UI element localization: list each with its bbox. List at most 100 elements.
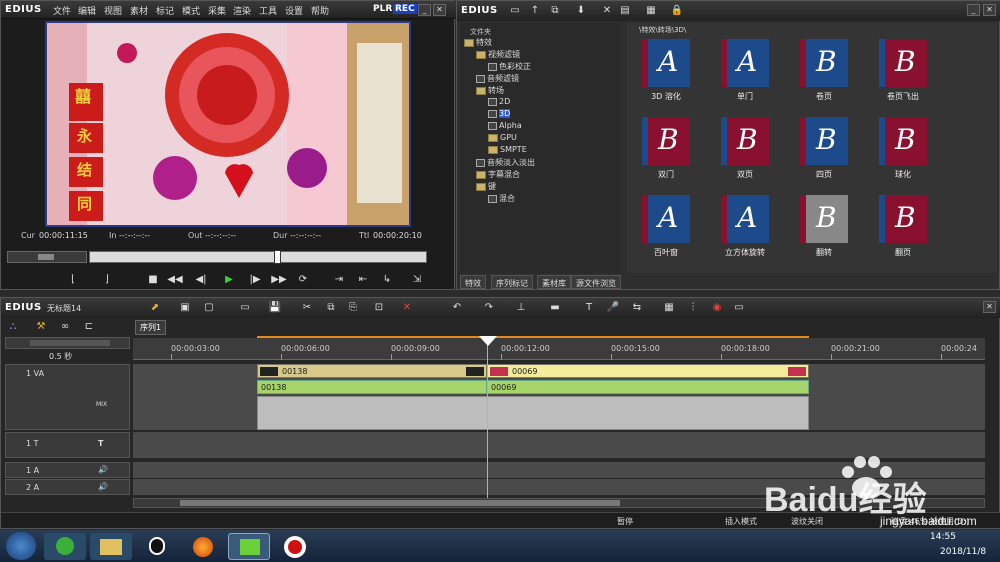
play-icon[interactable]: ▶ [221, 273, 237, 287]
step-forward-icon[interactable]: |▶ [247, 273, 263, 287]
tree-item[interactable]: 视频滤镜 [476, 49, 520, 61]
output-icon[interactable]: ⇲ [409, 273, 425, 287]
taskbar-explorer[interactable] [90, 533, 132, 560]
effect-thumbnail[interactable]: A 立方体旋转 [706, 193, 784, 267]
export-icon[interactable]: ⇆ [629, 301, 645, 315]
close-icon[interactable]: ✕ [433, 4, 446, 16]
delete-icon[interactable]: ✕ [599, 4, 615, 18]
ripple-icon[interactable]: ⚒ [33, 320, 49, 334]
tab-effects[interactable]: 特效 [460, 275, 486, 289]
time-ruler[interactable]: 00:00:03:00 00:00:06:00 00:00:09:00 00:00:1… [133, 338, 985, 360]
set-in-icon[interactable]: ⌊ [65, 273, 81, 287]
effect-thumbnail[interactable]: B 卷页 [785, 37, 863, 111]
effect-thumbnail[interactable]: A 3D 溶化 [627, 37, 705, 111]
playhead-handle[interactable] [479, 336, 497, 346]
taskbar-edius[interactable] [228, 533, 270, 560]
tab-sequence-marker[interactable]: 序列标记 [491, 275, 533, 289]
effect-thumbnail[interactable]: A 百叶窗 [627, 193, 705, 267]
effect-thumbnail[interactable]: A 单门 [706, 37, 784, 111]
menu-render[interactable]: 渲染 [233, 4, 251, 17]
text-icon[interactable]: T [581, 301, 597, 315]
step-back-icon[interactable]: ◀| [193, 273, 209, 287]
timeline-close-icon[interactable]: ✕ [983, 301, 996, 313]
rewind-icon[interactable]: ◀◀ [167, 273, 183, 287]
shuttle-slider[interactable] [7, 251, 87, 263]
bin-minimize-icon[interactable]: _ [967, 4, 980, 16]
track-header-va[interactable]: 1 VA MIX [5, 364, 130, 430]
copy-icon[interactable]: ⧉ [323, 301, 339, 315]
track-header-a2[interactable]: 2 A 🔊 [5, 479, 130, 495]
effect-thumbnail[interactable]: B 翻页 [864, 193, 942, 267]
tab-source-browser[interactable]: 源文件浏览 [571, 275, 621, 289]
tab-bin[interactable]: 素材库 [537, 275, 571, 289]
taskbar-app-1[interactable] [44, 533, 86, 560]
properties-icon[interactable]: ▤ [617, 4, 633, 18]
menu-tools[interactable]: 工具 [259, 4, 277, 17]
audio-clip-2[interactable]: 00069 [487, 380, 809, 394]
scrubber-handle[interactable] [274, 250, 281, 264]
mode-icon[interactable]: ⬈ [147, 301, 163, 315]
sync-icon[interactable]: ⛬ [5, 320, 21, 334]
insert-icon[interactable]: ⇥ [331, 273, 347, 287]
speaker-icon[interactable]: 🔊 [98, 465, 108, 474]
replace-icon[interactable]: ⊡ [371, 301, 387, 315]
mic-icon[interactable]: 🎤 [605, 301, 621, 315]
open-icon[interactable]: ▭ [237, 301, 253, 315]
new-sequence-icon[interactable]: ▢ [201, 301, 217, 315]
tree-item[interactable]: 特效 [464, 37, 492, 49]
lock-icon[interactable]: 🔒 [669, 4, 685, 18]
tree-item[interactable]: GPU [488, 133, 517, 145]
menu-marker[interactable]: 标记 [156, 4, 174, 17]
fast-forward-icon[interactable]: ▶▶ [271, 273, 287, 287]
tree-item[interactable]: SMPTE [488, 145, 527, 157]
tree-item[interactable]: 字幕混合 [476, 169, 520, 181]
menu-help[interactable]: 帮助 [311, 4, 329, 17]
tree-item[interactable]: 音频淡入淡出 [476, 157, 535, 169]
speaker-icon[interactable]: 🔊 [98, 482, 108, 491]
layout-icon[interactable]: ▭ [731, 301, 747, 315]
taskbar-qq[interactable] [136, 533, 178, 560]
set-out-icon[interactable]: ⌋ [99, 273, 115, 287]
scrollbar-thumb[interactable] [180, 500, 620, 506]
effect-thumbnail[interactable]: B 双页 [706, 115, 784, 189]
group-icon[interactable]: ⊏ [81, 320, 97, 334]
menu-mode[interactable]: 模式 [182, 4, 200, 17]
zoom-slider[interactable] [5, 337, 130, 349]
cut-icon[interactable]: ✂ [299, 301, 315, 315]
copy-icon[interactable]: ⧉ [547, 4, 563, 18]
effect-thumbnail[interactable]: B 卷页飞出 [864, 37, 942, 111]
menu-edit[interactable]: 编辑 [78, 4, 96, 17]
mix-area[interactable] [257, 396, 809, 430]
menu-settings[interactable]: 设置 [285, 4, 303, 17]
view-icon[interactable]: ▦ [643, 4, 659, 18]
effect-thumbnail[interactable]: B 四页 [785, 115, 863, 189]
undo-icon[interactable]: ↶ [449, 301, 465, 315]
tree-item[interactable]: Alpha [488, 121, 522, 133]
tree-item[interactable]: 2D [488, 97, 510, 109]
create-project-icon[interactable]: ▣ [177, 301, 193, 315]
track-header-t[interactable]: 1 T T [5, 432, 130, 458]
marker-icon[interactable]: ⊥ [513, 301, 529, 315]
tree-item[interactable]: 混合 [488, 193, 515, 205]
start-button[interactable] [6, 532, 36, 560]
tree-item[interactable]: 色彩校正 [488, 61, 531, 73]
send-to-timeline-icon[interactable]: ↳ [379, 273, 395, 287]
overwrite-icon[interactable]: ⇤ [355, 273, 371, 287]
menu-file[interactable]: 文件 [53, 4, 71, 17]
effect-thumbnail[interactable]: B 球化 [864, 115, 942, 189]
plr-button[interactable]: PLR [373, 4, 392, 14]
menu-capture[interactable]: 采集 [208, 4, 226, 17]
record-icon[interactable]: ◉ [709, 301, 725, 315]
bin-close-icon[interactable]: ✕ [983, 4, 996, 16]
grid-icon[interactable]: ▦ [661, 301, 677, 315]
video-clip-1[interactable]: 00138 [257, 364, 487, 378]
video-clip-2[interactable]: 00069 [487, 364, 809, 378]
tree-item[interactable]: 3D [488, 109, 511, 121]
tree-item[interactable]: 音频滤镜 [476, 73, 519, 85]
tab-sequence[interactable]: 序列1 [135, 320, 167, 335]
audio-clip-1[interactable]: 00138 [257, 380, 487, 394]
minimize-icon[interactable]: _ [418, 4, 431, 16]
effect-thumbnail[interactable]: B 双门 [627, 115, 705, 189]
tree-item[interactable]: 转场 [476, 85, 504, 97]
tree-item[interactable]: 键 [476, 181, 496, 193]
